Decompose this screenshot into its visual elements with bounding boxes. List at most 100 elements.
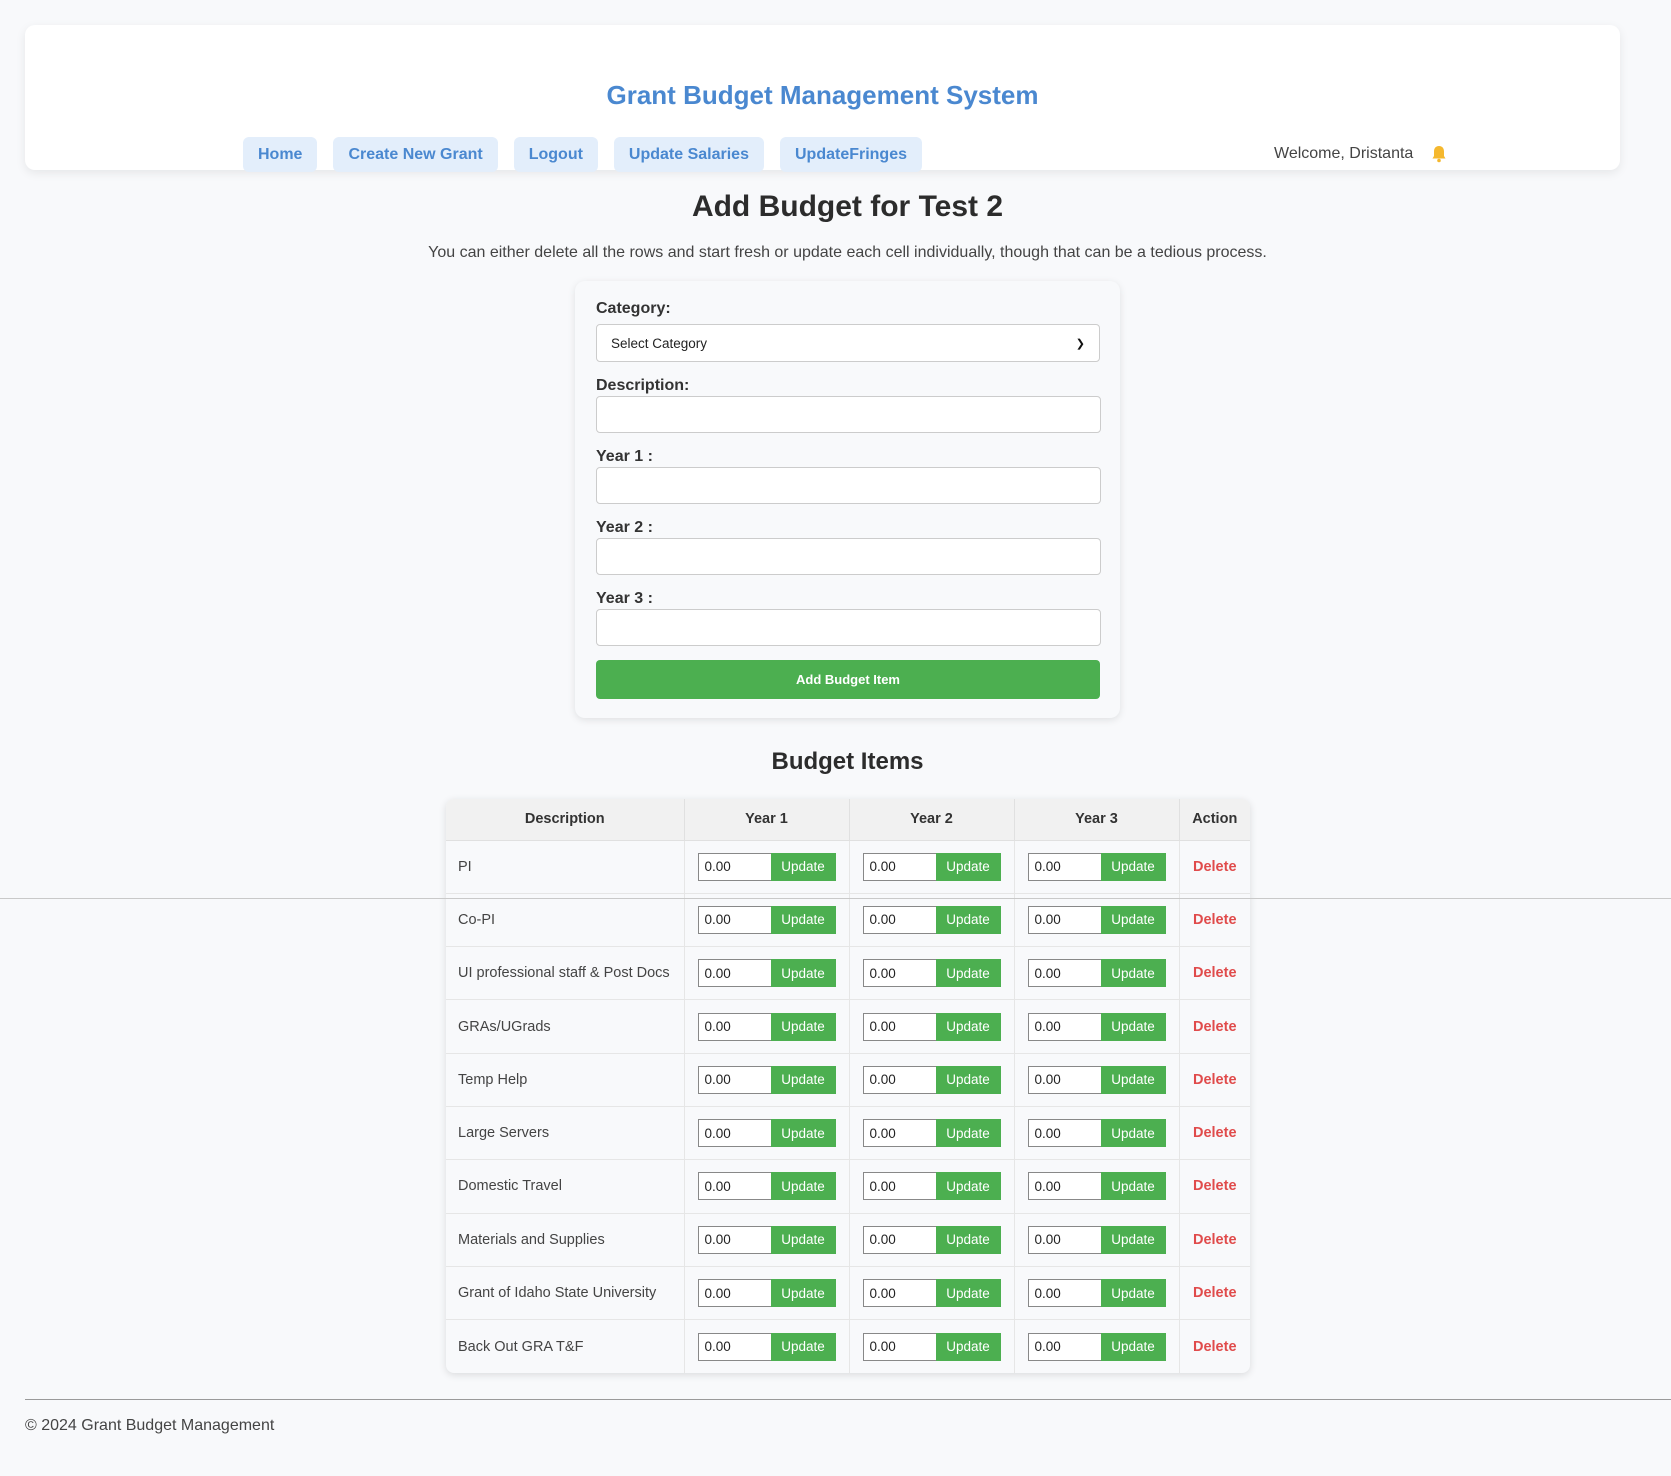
nav-update-salaries-button[interactable]: Update Salaries bbox=[613, 137, 764, 172]
year1-value-input[interactable] bbox=[697, 905, 771, 934]
year3-value-input[interactable] bbox=[1027, 852, 1101, 881]
year2-value-input[interactable] bbox=[862, 959, 936, 988]
year1-value-input[interactable] bbox=[697, 1065, 771, 1094]
year2-value-input[interactable] bbox=[862, 905, 936, 934]
year2-value-input[interactable] bbox=[862, 1119, 936, 1148]
year3-update-button[interactable]: Update bbox=[1100, 1172, 1166, 1201]
year1-update-button[interactable]: Update bbox=[770, 1225, 836, 1254]
year3-update-button[interactable]: Update bbox=[1100, 959, 1166, 988]
delete-link[interactable]: Delete bbox=[1193, 965, 1237, 981]
year1-update-button[interactable]: Update bbox=[770, 1119, 836, 1148]
year1-edit-group: Update bbox=[697, 1012, 848, 1041]
year2-value-input[interactable] bbox=[862, 1012, 936, 1041]
row-year2-cell: Update bbox=[849, 1053, 1015, 1107]
year1-update-button[interactable]: Update bbox=[770, 1012, 836, 1041]
year3-value-input[interactable] bbox=[1027, 1172, 1101, 1201]
row-description: Large Servers bbox=[446, 1106, 685, 1161]
year1-update-button[interactable]: Update bbox=[770, 852, 836, 881]
year2-value-input[interactable] bbox=[862, 1332, 936, 1361]
year1-value-input[interactable] bbox=[697, 1332, 771, 1361]
table-row: GRAs/UGrads Update Update Update Delete bbox=[446, 999, 1250, 1054]
year1-update-button[interactable]: Update bbox=[770, 959, 836, 988]
year3-update-button[interactable]: Update bbox=[1100, 1279, 1166, 1308]
year3-update-button[interactable]: Update bbox=[1100, 1065, 1166, 1094]
nav-update-fringes-button[interactable]: UpdateFringes bbox=[779, 137, 922, 172]
year2-update-button[interactable]: Update bbox=[935, 959, 1001, 988]
row-action-cell: Delete bbox=[1179, 999, 1250, 1054]
year1-update-button[interactable]: Update bbox=[770, 905, 836, 934]
row-year2-cell: Update bbox=[849, 1159, 1015, 1214]
year2-update-button[interactable]: Update bbox=[935, 1225, 1001, 1254]
year3-edit-group: Update bbox=[1027, 1119, 1178, 1148]
bell-icon[interactable] bbox=[1431, 145, 1447, 163]
nav-create-new-grant-button[interactable]: Create New Grant bbox=[333, 137, 498, 172]
year1-value-input[interactable] bbox=[697, 1279, 771, 1308]
year3-update-button[interactable]: Update bbox=[1100, 1332, 1166, 1361]
description-input[interactable] bbox=[596, 396, 1101, 433]
year2-value-input[interactable] bbox=[862, 1065, 936, 1094]
delete-link[interactable]: Delete bbox=[1193, 1178, 1237, 1194]
nav-home-button[interactable]: Home bbox=[243, 137, 318, 172]
year1-value-input[interactable] bbox=[697, 1012, 771, 1041]
nav-logout-button[interactable]: Logout bbox=[513, 137, 598, 172]
table-row: Grant of Idaho State University Update Upd… bbox=[446, 1266, 1250, 1321]
year2-update-button[interactable]: Update bbox=[935, 905, 1001, 934]
year3-value-input[interactable] bbox=[1027, 1065, 1101, 1094]
year1-value-input[interactable] bbox=[697, 1119, 771, 1148]
year3-update-button[interactable]: Update bbox=[1100, 905, 1166, 934]
year3-edit-group: Update bbox=[1027, 852, 1178, 881]
year3-value-input[interactable] bbox=[1027, 1225, 1101, 1254]
category-select[interactable]: Select Category ❯ bbox=[596, 324, 1100, 362]
row-year3-cell: Update bbox=[1014, 1053, 1180, 1107]
year1-update-button[interactable]: Update bbox=[770, 1065, 836, 1094]
year2-update-button[interactable]: Update bbox=[935, 1332, 1001, 1361]
row-year3-cell: Update bbox=[1014, 1266, 1180, 1321]
footer-copyright: © 2024 Grant Budget Management bbox=[25, 1417, 275, 1434]
year2-update-button[interactable]: Update bbox=[935, 1172, 1001, 1201]
year3-value-input[interactable] bbox=[1027, 1332, 1101, 1361]
year1-value-input[interactable] bbox=[697, 1225, 771, 1254]
year3-input[interactable] bbox=[596, 609, 1101, 646]
year2-update-button[interactable]: Update bbox=[935, 1012, 1001, 1041]
delete-link[interactable]: Delete bbox=[1193, 1019, 1237, 1035]
year3-value-input[interactable] bbox=[1027, 1012, 1101, 1041]
delete-link[interactable]: Delete bbox=[1193, 1125, 1237, 1141]
year1-value-input[interactable] bbox=[697, 1172, 771, 1201]
year2-value-input[interactable] bbox=[862, 1279, 936, 1308]
year1-update-button[interactable]: Update bbox=[770, 1172, 836, 1201]
year3-value-input[interactable] bbox=[1027, 1279, 1101, 1308]
year1-edit-group: Update bbox=[697, 1225, 848, 1254]
add-budget-item-button[interactable]: Add Budget Item bbox=[596, 660, 1100, 699]
year1-input[interactable] bbox=[596, 467, 1101, 504]
year2-value-input[interactable] bbox=[862, 852, 936, 881]
year1-update-button[interactable]: Update bbox=[770, 1332, 836, 1361]
year3-update-button[interactable]: Update bbox=[1100, 1012, 1166, 1041]
year2-update-button[interactable]: Update bbox=[935, 852, 1001, 881]
year3-update-button[interactable]: Update bbox=[1100, 1225, 1166, 1254]
year3-value-input[interactable] bbox=[1027, 959, 1101, 988]
year1-update-button[interactable]: Update bbox=[770, 1279, 836, 1308]
delete-link[interactable]: Delete bbox=[1193, 1072, 1237, 1088]
year3-update-button[interactable]: Update bbox=[1100, 852, 1166, 881]
year3-value-input[interactable] bbox=[1027, 1119, 1101, 1148]
year2-value-input[interactable] bbox=[862, 1172, 936, 1201]
year3-value-input[interactable] bbox=[1027, 905, 1101, 934]
year3-update-button[interactable]: Update bbox=[1100, 1119, 1166, 1148]
year2-update-button[interactable]: Update bbox=[935, 1065, 1001, 1094]
delete-link[interactable]: Delete bbox=[1193, 1339, 1237, 1355]
delete-link[interactable]: Delete bbox=[1193, 1232, 1237, 1248]
year1-value-input[interactable] bbox=[697, 852, 771, 881]
row-description: Temp Help bbox=[446, 1053, 685, 1107]
row-year1-cell: Update bbox=[684, 893, 850, 948]
year2-update-button[interactable]: Update bbox=[935, 1119, 1001, 1148]
delete-link[interactable]: Delete bbox=[1193, 1285, 1237, 1301]
year2-input[interactable] bbox=[596, 538, 1101, 575]
year2-update-button[interactable]: Update bbox=[935, 1279, 1001, 1308]
delete-link[interactable]: Delete bbox=[1193, 912, 1237, 928]
year1-value-input[interactable] bbox=[697, 959, 771, 988]
table-row: Co-PI Update Update Update Delete bbox=[446, 893, 1250, 948]
user-area: Welcome, Dristanta bbox=[1274, 145, 1447, 163]
delete-link[interactable]: Delete bbox=[1193, 859, 1237, 875]
year2-value-input[interactable] bbox=[862, 1225, 936, 1254]
welcome-text: Welcome, Dristanta bbox=[1274, 145, 1414, 162]
